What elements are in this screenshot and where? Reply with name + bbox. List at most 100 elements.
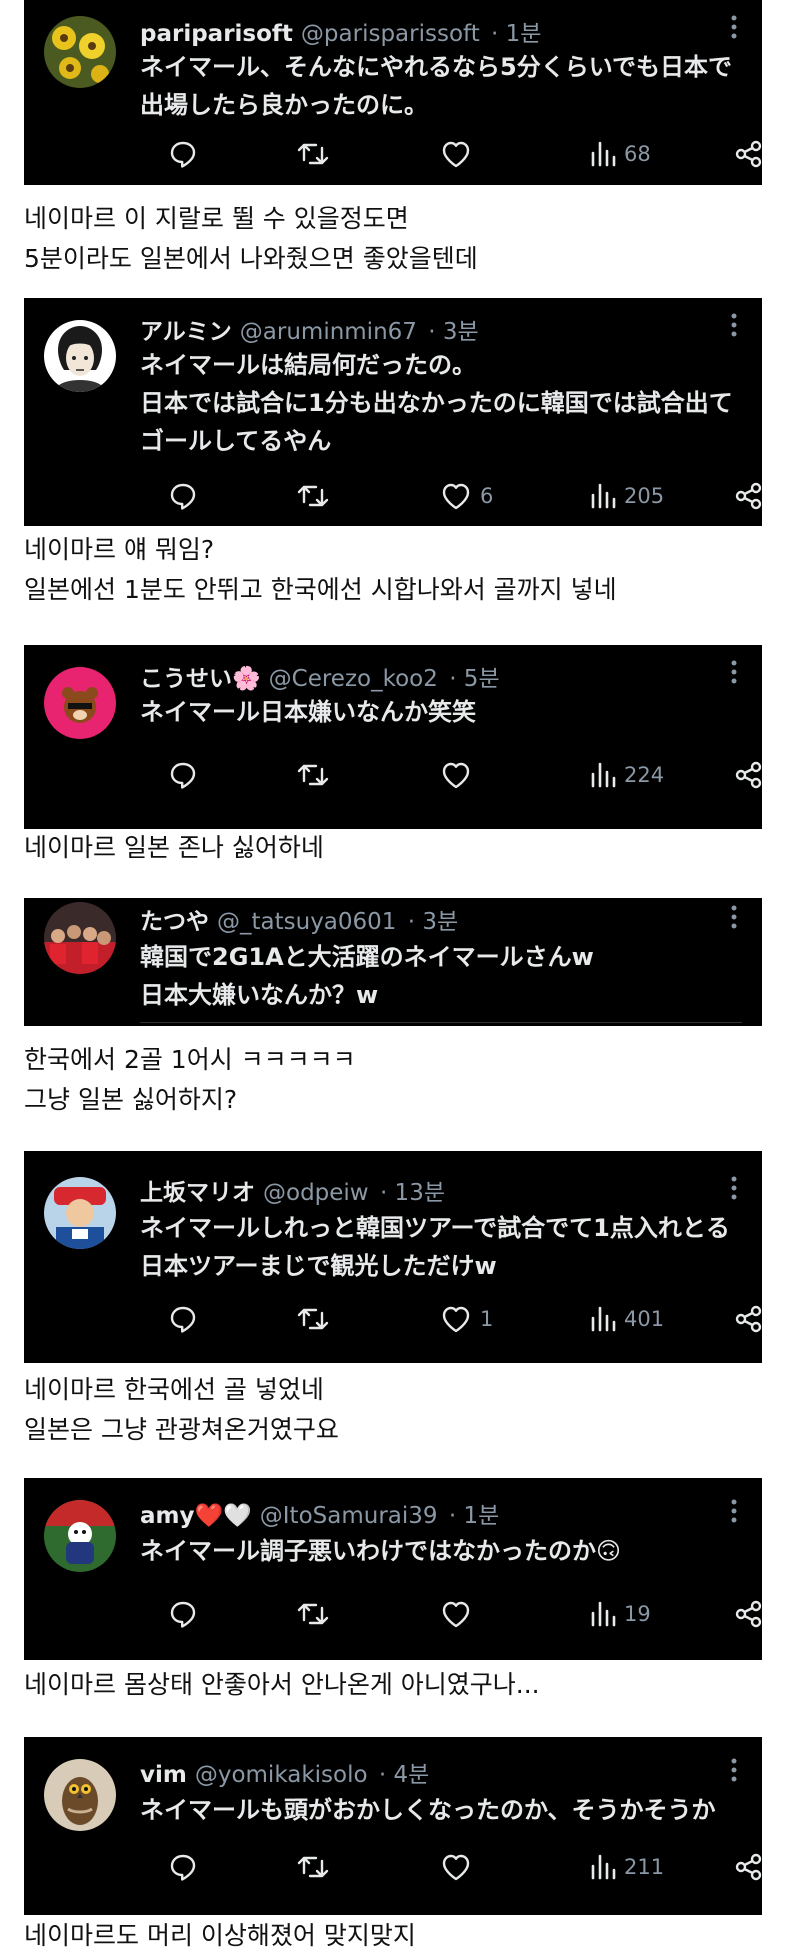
- reply-icon: [170, 141, 196, 168]
- timestamp[interactable]: · 13분: [380, 1180, 445, 1206]
- share-icon: [735, 1305, 762, 1333]
- display-name[interactable]: amy❤️🤍: [140, 1503, 252, 1529]
- views-icon: [591, 141, 616, 167]
- display-name[interactable]: たつや: [140, 909, 209, 935]
- display-name[interactable]: pariparisoft: [140, 21, 293, 47]
- share-button[interactable]: [734, 1594, 764, 1634]
- retweet-button[interactable]: [296, 755, 330, 795]
- like-count: 1: [480, 1307, 494, 1331]
- handle[interactable]: @yomikakisolo: [195, 1762, 368, 1788]
- more-icon[interactable]: [730, 904, 738, 930]
- display-name[interactable]: 上坂マリオ: [140, 1180, 255, 1206]
- avatar-mascot-stadium: [44, 1500, 116, 1572]
- handle[interactable]: @_tatsuya0601: [217, 909, 396, 935]
- heart-icon: [442, 483, 470, 510]
- views-button[interactable]: 68: [590, 134, 651, 174]
- tweet-header: 上坂マリオ @odpeiw · 13분: [140, 1173, 722, 1207]
- avatar[interactable]: [44, 320, 116, 392]
- retweet-button[interactable]: [296, 1847, 330, 1887]
- timestamp[interactable]: · 1분: [449, 1503, 499, 1529]
- timestamp[interactable]: · 5분: [449, 666, 499, 692]
- timestamp[interactable]: · 3분: [408, 909, 458, 935]
- avatar[interactable]: [44, 1500, 116, 1572]
- like-count: 6: [480, 484, 494, 508]
- reply-button[interactable]: [168, 1594, 198, 1634]
- avatar-team-photo: [44, 902, 116, 974]
- handle[interactable]: @parisparissoft: [301, 21, 480, 47]
- action-bar: 68: [140, 134, 762, 174]
- like-button[interactable]: [440, 755, 480, 795]
- handle[interactable]: @ItoSamurai39: [260, 1503, 438, 1529]
- more-icon[interactable]: [730, 659, 738, 685]
- share-icon: [735, 1600, 762, 1628]
- heart-icon: [442, 1306, 470, 1333]
- timestamp[interactable]: · 1분: [491, 21, 541, 47]
- like-button[interactable]: [440, 134, 480, 174]
- heart-icon: [442, 1854, 470, 1881]
- handle[interactable]: @odpeiw: [263, 1180, 369, 1206]
- reply-button[interactable]: [168, 476, 198, 516]
- share-button[interactable]: [734, 1847, 764, 1887]
- heart-icon: [442, 762, 470, 789]
- retweet-button[interactable]: [296, 1594, 330, 1634]
- avatar-owl: [44, 1759, 116, 1831]
- tweet-text: 韓国で2G1Aと大活躍のネイマールさんw 日本大嫌いなんか？w: [140, 943, 594, 1009]
- share-button[interactable]: [734, 755, 764, 795]
- avatar[interactable]: [44, 1177, 116, 1249]
- tweet-text: ネイマールは結局何だったの。 日本では試合に1分も出なかったのに韓国では試合出て…: [140, 351, 733, 455]
- views-button[interactable]: 19: [590, 1594, 651, 1634]
- avatar[interactable]: [44, 902, 116, 974]
- avatar[interactable]: [44, 16, 116, 88]
- caption-translation: 한국에서 2골 1어시 ㅋㅋㅋㅋㅋ 그냥 일본 싫어하지?: [24, 1045, 356, 1114]
- share-button[interactable]: [734, 476, 764, 516]
- reply-button[interactable]: [168, 134, 198, 174]
- reply-button[interactable]: [168, 1847, 198, 1887]
- avatar[interactable]: [44, 1759, 116, 1831]
- share-button[interactable]: [734, 134, 764, 174]
- timestamp[interactable]: · 3분: [428, 319, 478, 345]
- share-button[interactable]: [734, 1299, 764, 1339]
- tweet-card: amy❤️🤍 @ItoSamurai39 · 1분 ネイマール調子悪いわけではなか…: [24, 1478, 762, 1660]
- views-icon: [591, 483, 616, 509]
- views-icon: [591, 1854, 616, 1880]
- reply-button[interactable]: [168, 1299, 198, 1339]
- like-button[interactable]: 6: [440, 476, 493, 516]
- views-button[interactable]: 205: [590, 476, 664, 516]
- more-icon[interactable]: [730, 312, 738, 338]
- views-button[interactable]: 224: [590, 755, 664, 795]
- retweet-button[interactable]: [296, 1299, 330, 1339]
- avatar-anime: [44, 320, 116, 392]
- action-bar: 1 401: [140, 1299, 762, 1339]
- timestamp[interactable]: · 4분: [379, 1762, 429, 1788]
- more-icon[interactable]: [730, 1757, 738, 1783]
- display-name[interactable]: アルミン: [140, 319, 232, 345]
- views-button[interactable]: 401: [590, 1299, 664, 1339]
- view-count: 401: [624, 1307, 665, 1331]
- retweet-button[interactable]: [296, 476, 330, 516]
- share-icon: [735, 140, 762, 168]
- more-icon[interactable]: [730, 14, 738, 40]
- avatar-flowers: [44, 16, 116, 88]
- handle[interactable]: @Cerezo_koo2: [269, 666, 438, 692]
- tweet-text: ネイマールしれっと韓国ツアーで試合でて1点入れとる 日本ツアーまじで観光しただけ…: [140, 1214, 730, 1280]
- tweet-header: pariparisoft @parisparissoft · 1분: [140, 14, 722, 48]
- display-name[interactable]: こうせい🌸: [140, 666, 261, 692]
- reply-icon: [170, 483, 196, 510]
- more-icon[interactable]: [730, 1498, 738, 1524]
- avatar[interactable]: [44, 667, 116, 739]
- reply-button[interactable]: [168, 755, 198, 795]
- views-button[interactable]: 211: [590, 1847, 664, 1887]
- tweet-header: たつや @_tatsuya0601 · 3분: [140, 902, 722, 936]
- reply-icon: [170, 762, 196, 789]
- reply-icon: [170, 1854, 196, 1881]
- tweet-header: vim @yomikakisolo · 4분: [140, 1755, 722, 1789]
- display-name[interactable]: vim: [140, 1762, 187, 1788]
- views-icon: [591, 762, 616, 788]
- handle[interactable]: @aruminmin67: [240, 319, 417, 345]
- like-button[interactable]: [440, 1847, 480, 1887]
- more-icon[interactable]: [730, 1175, 738, 1201]
- like-button[interactable]: [440, 1594, 480, 1634]
- retweet-icon: [297, 1856, 329, 1878]
- retweet-button[interactable]: [296, 134, 330, 174]
- like-button[interactable]: 1: [440, 1299, 493, 1339]
